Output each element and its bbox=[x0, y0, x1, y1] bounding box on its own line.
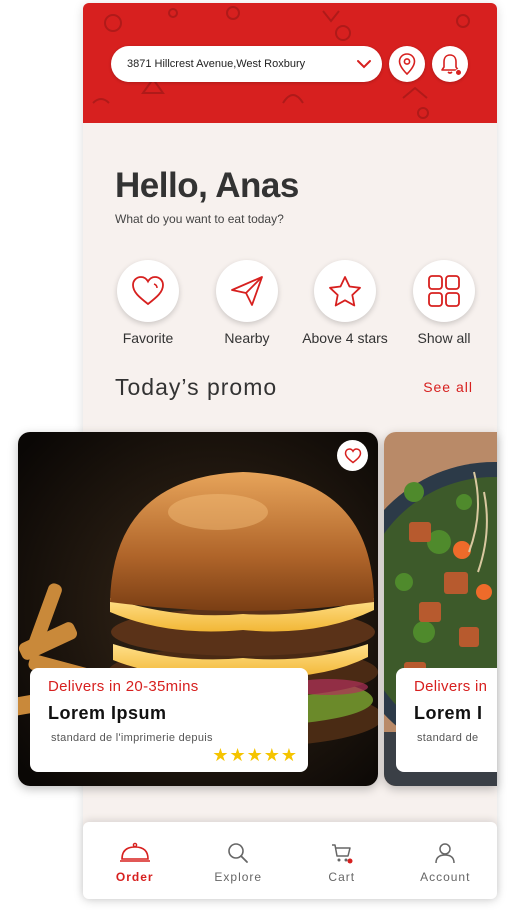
category-label: Favorite bbox=[122, 330, 174, 346]
notifications-button[interactable] bbox=[432, 46, 468, 82]
category-label: Nearby bbox=[224, 330, 270, 346]
favorite-button[interactable] bbox=[337, 440, 368, 471]
cart-icon bbox=[331, 844, 353, 864]
bottom-navigation: Order Explore Cart Account bbox=[83, 822, 497, 899]
promo-card[interactable]: Delivers in Lorem I standard de bbox=[384, 432, 497, 786]
grid-icon bbox=[428, 275, 460, 307]
address-selector[interactable]: 3871 Hillcrest Avenue,West Roxbury bbox=[111, 46, 382, 82]
paper-plane-icon bbox=[231, 276, 263, 306]
greeting-title: Hello, Anas bbox=[115, 166, 299, 205]
category-label: Show all bbox=[417, 330, 471, 346]
location-pin-icon bbox=[398, 53, 416, 75]
nav-label: Account bbox=[420, 870, 471, 884]
promo-card[interactable]: Delivers in 20-35mins Lorem Ipsum standa… bbox=[18, 432, 378, 786]
category-label: Above 4 stars bbox=[302, 330, 388, 346]
see-all-link[interactable]: See all bbox=[423, 379, 473, 395]
nav-explore[interactable]: Explore bbox=[187, 822, 291, 899]
category-favorite[interactable]: Favorite bbox=[103, 260, 193, 346]
nav-account[interactable]: Account bbox=[394, 822, 498, 899]
header-bar: 3871 Hillcrest Avenue,West Roxbury bbox=[83, 3, 497, 123]
promo-card-info: Delivers in 20-35mins Lorem Ipsum standa… bbox=[30, 668, 308, 772]
nav-cart[interactable]: Cart bbox=[290, 822, 394, 899]
greeting-subtitle: What do you want to eat today? bbox=[115, 212, 284, 226]
category-above-4-stars[interactable]: Above 4 stars bbox=[300, 260, 390, 346]
user-icon bbox=[435, 843, 455, 864]
delivery-time: Delivers in bbox=[414, 678, 488, 695]
location-button[interactable] bbox=[389, 46, 425, 82]
promo-section-title: Today’s promo bbox=[115, 374, 278, 400]
restaurant-name: Lorem I bbox=[414, 703, 483, 723]
star-rating: ★★★★★ bbox=[212, 745, 298, 765]
nav-order[interactable]: Order bbox=[83, 822, 187, 899]
address-text: 3871 Hillcrest Avenue,West Roxbury bbox=[127, 58, 306, 70]
promo-card-info: Delivers in Lorem I standard de bbox=[396, 668, 497, 772]
cloche-icon bbox=[119, 842, 150, 862]
chevron-down-icon bbox=[357, 60, 371, 69]
star-icon bbox=[329, 276, 361, 307]
restaurant-name: Lorem Ipsum bbox=[48, 703, 167, 723]
heart-icon bbox=[132, 276, 164, 306]
nav-label: Order bbox=[115, 870, 154, 884]
restaurant-description: standard de l'imprimerie depuis bbox=[51, 732, 213, 744]
category-nearby[interactable]: Nearby bbox=[202, 260, 292, 346]
heart-icon bbox=[344, 447, 361, 463]
restaurant-description: standard de bbox=[417, 732, 479, 744]
app-screen: 3871 Hillcrest Avenue,West Roxbury Hello… bbox=[0, 0, 512, 910]
category-show-all[interactable]: Show all bbox=[399, 260, 489, 346]
notification-dot bbox=[455, 69, 462, 76]
delivery-time: Delivers in 20-35mins bbox=[48, 678, 199, 695]
nav-label: Cart bbox=[328, 870, 356, 884]
nav-label: Explore bbox=[214, 870, 263, 884]
search-icon bbox=[228, 843, 249, 863]
